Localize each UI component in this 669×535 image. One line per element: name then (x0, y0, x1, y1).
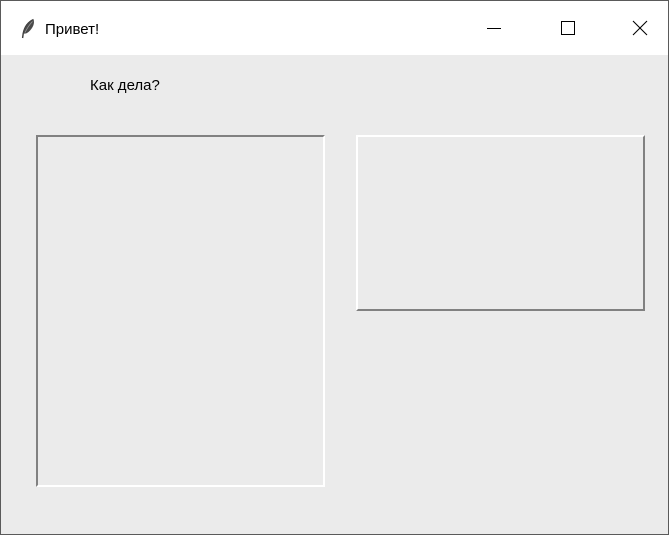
title-bar[interactable]: Привет! (1, 1, 668, 55)
feather-icon[interactable] (19, 18, 37, 40)
client-area: Как дела? (1, 55, 668, 534)
maximize-button[interactable] (545, 1, 591, 55)
close-icon (632, 20, 648, 36)
close-button[interactable] (617, 1, 663, 55)
maximize-icon (561, 21, 575, 35)
sunken-frame (36, 135, 325, 487)
raised-frame (356, 135, 645, 311)
minimize-button[interactable] (471, 1, 517, 55)
minimize-icon (487, 28, 501, 29)
window-title: Привет! (45, 21, 100, 38)
greeting-label: Как дела? (90, 77, 160, 94)
app-window: Привет! Как дела? (0, 0, 669, 535)
